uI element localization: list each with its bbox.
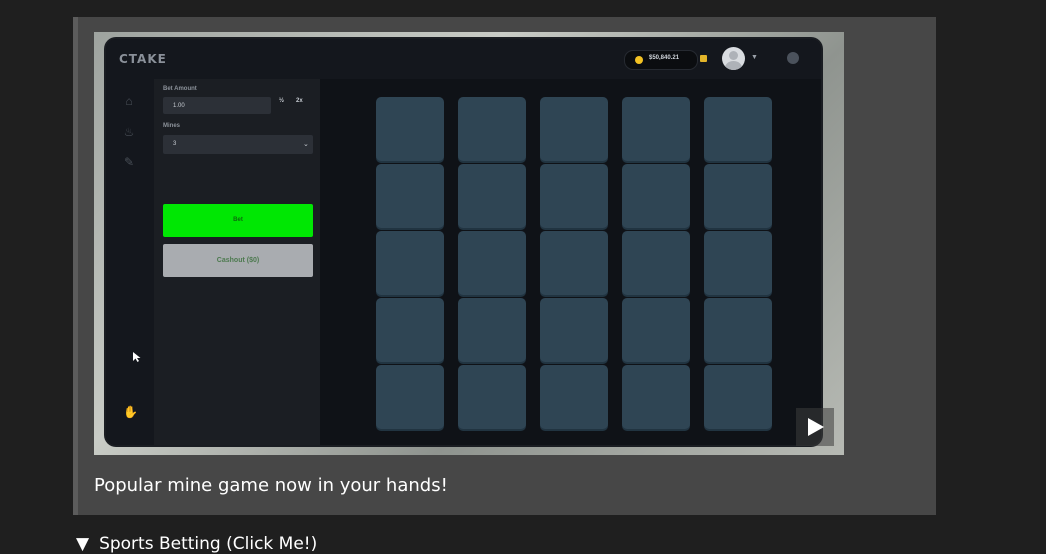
mine-tile[interactable]	[622, 298, 690, 362]
half-button[interactable]: ½	[279, 98, 284, 104]
video-caption: Popular mine game now in your hands!	[94, 475, 448, 496]
home-icon[interactable]: ⌂	[123, 95, 135, 107]
mine-tile[interactable]	[376, 97, 444, 161]
wallet-icon[interactable]	[700, 55, 707, 62]
bet-button[interactable]: Bet	[163, 204, 313, 237]
mine-tile[interactable]	[458, 298, 526, 362]
double-button[interactable]: 2x	[296, 98, 303, 104]
bet-amount-value: 1.00	[173, 103, 185, 109]
sports-betting-label: Sports Betting (Click Me!)	[99, 534, 318, 554]
mines-grid	[376, 97, 776, 429]
play-button[interactable]	[796, 408, 834, 446]
brand-logo[interactable]: CTAKE	[119, 52, 167, 66]
mine-tile[interactable]	[622, 231, 690, 295]
mine-tile[interactable]	[622, 97, 690, 161]
mine-tile[interactable]	[540, 298, 608, 362]
mine-tile[interactable]	[458, 164, 526, 228]
mine-tile[interactable]	[540, 231, 608, 295]
bet-amount-input[interactable]: 1.00	[163, 97, 271, 114]
video-player[interactable]: CTAKE $50,840.21 ▼ ⌂ ♨ ✎ ✋ Bet Amount 1.…	[94, 32, 844, 455]
mine-tile[interactable]	[540, 97, 608, 161]
mine-tile[interactable]	[704, 231, 772, 295]
bet-panel: Bet Amount 1.00 ½ 2x Mines 3 ⌄ Bet Casho…	[154, 79, 320, 445]
fire-icon[interactable]: ♨	[123, 126, 135, 138]
mine-tile[interactable]	[376, 298, 444, 362]
coin-icon	[635, 56, 643, 64]
disclosure-arrow-icon: ▼	[76, 534, 90, 554]
cashout-button[interactable]: Cashout ($0)	[163, 244, 313, 277]
mine-tile[interactable]	[704, 97, 772, 161]
mine-tile[interactable]	[704, 298, 772, 362]
balance-display[interactable]: $50,840.21	[624, 50, 698, 70]
mine-tile[interactable]	[458, 97, 526, 161]
avatar[interactable]	[722, 47, 745, 70]
mine-tile[interactable]	[622, 164, 690, 228]
game-window: CTAKE $50,840.21 ▼ ⌂ ♨ ✎ ✋ Bet Amount 1.…	[106, 39, 821, 445]
top-bar: CTAKE $50,840.21 ▼	[106, 39, 821, 79]
pencil-icon[interactable]: ✎	[123, 156, 135, 168]
sports-betting-toggle[interactable]: ▼ Sports Betting (Click Me!)	[76, 534, 317, 554]
mine-tile[interactable]	[376, 365, 444, 429]
chevron-down-icon[interactable]: ▼	[751, 54, 758, 61]
mine-tile[interactable]	[704, 365, 772, 429]
mine-tile[interactable]	[458, 365, 526, 429]
hand-icon[interactable]: ✋	[123, 406, 138, 418]
left-nav: ⌂ ♨ ✎ ✋	[106, 79, 154, 445]
mine-tile[interactable]	[540, 164, 608, 228]
bet-amount-label: Bet Amount	[163, 86, 197, 92]
mines-select[interactable]: 3 ⌄	[163, 135, 313, 154]
chevron-down-icon: ⌄	[303, 141, 309, 148]
play-icon	[808, 418, 824, 436]
mine-tile[interactable]	[458, 231, 526, 295]
mine-tile[interactable]	[376, 231, 444, 295]
chat-icon[interactable]	[787, 52, 799, 64]
mine-tile[interactable]	[376, 164, 444, 228]
mines-label: Mines	[163, 123, 181, 129]
mine-tile[interactable]	[622, 365, 690, 429]
mines-value: 3	[173, 141, 177, 147]
mine-tile[interactable]	[704, 164, 772, 228]
mine-tile[interactable]	[540, 365, 608, 429]
balance-amount: $50,840.21	[649, 55, 680, 61]
